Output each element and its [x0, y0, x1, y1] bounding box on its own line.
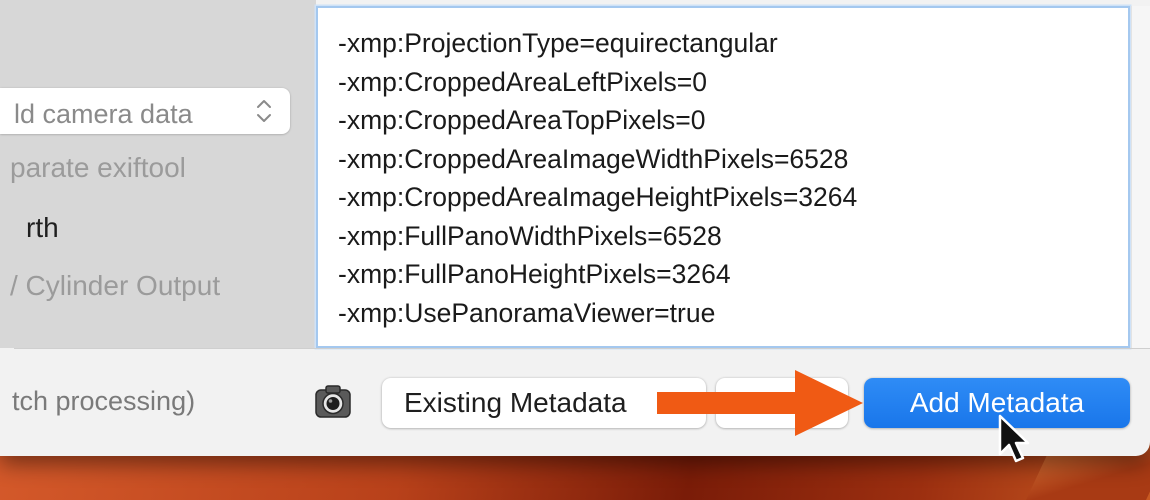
metadata-lines: -xmp:ProjectionType=equirectangular -xmp… [338, 24, 857, 332]
divider [14, 348, 1150, 349]
metadata-line: -xmp:CroppedAreaImageWidthPixels=6528 [338, 143, 849, 174]
camera-data-popup[interactable]: ld camera data [0, 88, 290, 134]
cylinder-output-option[interactable]: / Cylinder Output [10, 270, 220, 302]
metadata-line: -xmp:UsePanoramaViewer=true [338, 297, 716, 328]
metadata-line: -xmp:FullPanoHeightPixels=3264 [338, 259, 731, 289]
text-area-scrollbar[interactable] [1131, 6, 1150, 348]
metadata-line: -xmp:CroppedAreaLeftPixels=0 [338, 66, 707, 97]
camera-data-popup-label: ld camera data [14, 99, 193, 129]
metadata-line: -xmp:CroppedAreaTopPixels=0 [338, 105, 706, 135]
separate-exiftool-option[interactable]: parate exiftool [10, 152, 186, 184]
earth-option[interactable]: rth [26, 212, 59, 244]
mouse-cursor-icon [998, 414, 1030, 463]
metadata-window: ld camera data parate exiftool rth / Cyl… [0, 0, 1150, 456]
annotation-arrow-icon [657, 370, 863, 436]
batch-processing-label: tch processing) [12, 386, 196, 416]
settings-panel: ld camera data parate exiftool rth / Cyl… [0, 0, 316, 348]
chevron-updown-icon [252, 94, 276, 128]
metadata-line: -xmp:ProjectionType=equirectangular [338, 28, 778, 58]
metadata-text-area[interactable]: -xmp:ProjectionType=equirectangular -xmp… [316, 6, 1130, 348]
metadata-line: -xmp:CroppedAreaImageHeightPixels=3264 [338, 182, 858, 212]
camera-icon[interactable] [314, 383, 352, 421]
metadata-line: -xmp:FullPanoWidthPixels=6528 [338, 220, 722, 251]
